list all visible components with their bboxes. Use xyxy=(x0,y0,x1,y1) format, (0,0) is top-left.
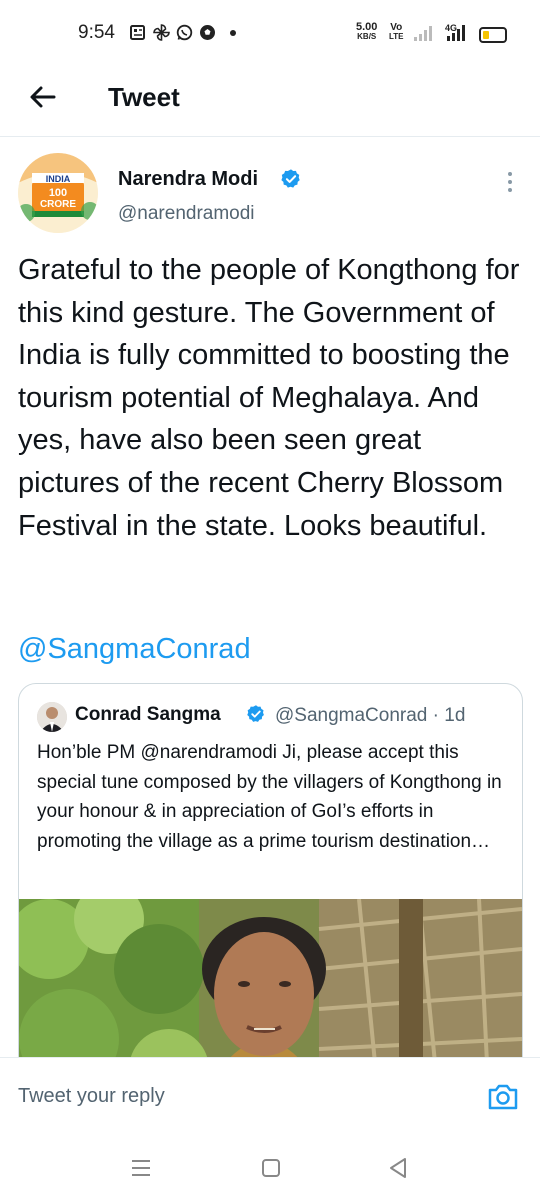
menu-icon[interactable] xyxy=(131,1159,151,1182)
reply-bar: Tweet your reply xyxy=(0,1057,540,1138)
notification-icons xyxy=(130,24,236,41)
quoted-author-name[interactable]: Conrad Sangma xyxy=(75,704,221,726)
more-notifications-dot xyxy=(230,29,236,36)
system-navigation-bar xyxy=(0,1137,540,1200)
quoted-tweet-card[interactable]: Conrad Sangma @SangmaConrad · 1d Hon’ble… xyxy=(18,683,523,1105)
page-title: Tweet xyxy=(108,82,180,112)
back-arrow-icon[interactable] xyxy=(28,82,58,112)
home-square-icon[interactable] xyxy=(261,1158,281,1183)
signal-sim2-icon: 4G xyxy=(445,22,475,47)
more-options-icon[interactable] xyxy=(500,170,520,194)
camera-icon[interactable] xyxy=(486,1080,520,1114)
quoted-author-avatar[interactable] xyxy=(37,702,67,732)
status-time: 9:54 xyxy=(78,22,115,43)
quoted-tweet-text: Hon’ble PM @narendramodi Ji, please acce… xyxy=(37,742,502,852)
signal-sim1-icon xyxy=(413,24,435,47)
network-speed: 5.00 KB/S xyxy=(356,21,378,42)
pinwheel-notification-icon xyxy=(153,24,170,41)
network-type-label: 4G xyxy=(445,23,457,33)
back-triangle-icon[interactable] xyxy=(388,1157,408,1184)
battery-icon xyxy=(479,27,507,43)
reply-input[interactable]: Tweet your reply xyxy=(18,1085,165,1108)
svg-text:100: 100 xyxy=(49,187,67,199)
svg-text:INDIA: INDIA xyxy=(46,174,71,184)
svg-text:CRORE: CRORE xyxy=(40,199,76,210)
verified-badge-icon xyxy=(280,168,302,190)
quoted-author-handle[interactable]: @SangmaConrad · 1d xyxy=(275,705,465,727)
author-name[interactable]: Narendra Modi xyxy=(118,168,258,191)
mention-link[interactable]: @SangmaConrad xyxy=(18,633,251,666)
app-bar: Tweet xyxy=(0,64,540,137)
quoted-verified-badge-icon xyxy=(246,704,266,724)
news-notification-icon xyxy=(130,24,147,41)
tweet-text: Grateful to the people of Kongthong for … xyxy=(18,254,520,542)
author-avatar[interactable]: INDIA 100 CRORE xyxy=(18,153,98,233)
author-handle[interactable]: @narendramodi xyxy=(118,203,255,225)
status-bar: 9:54 5.00 KB/S Vo LTE 4G xyxy=(0,0,540,64)
volte-indicator: Vo LTE xyxy=(389,22,404,42)
football-icon xyxy=(199,24,216,41)
whatsapp-icon xyxy=(176,24,193,41)
